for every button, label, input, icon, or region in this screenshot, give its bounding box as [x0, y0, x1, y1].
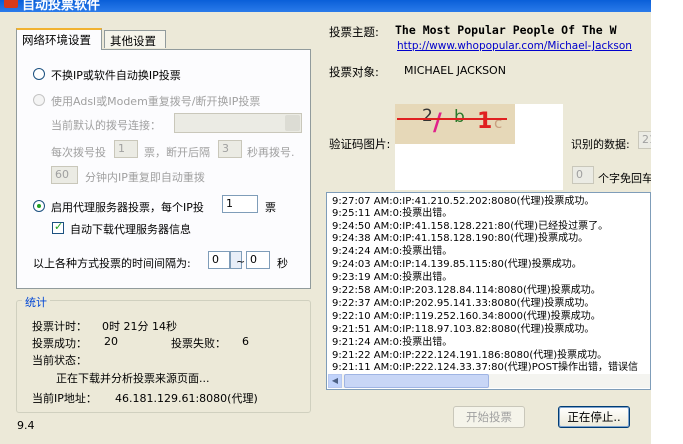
log-line: 9:27:07 AM:0:IP:41.210.52.202:8080(代理)投票…: [332, 196, 595, 207]
dial-connection-select[interactable]: [174, 113, 302, 133]
app-icon: [4, 0, 18, 8]
radio-adsl-redial[interactable]: [33, 94, 45, 106]
log-horizontal-scrollbar[interactable]: ◀: [328, 374, 650, 388]
captcha-strike-line: [397, 118, 507, 120]
label-auto-redial: 分钟内IP重复即自动重拨: [85, 171, 205, 184]
captcha-char: /: [433, 108, 442, 136]
log-line: 9:22:37 AM:0:IP:202.95.141.33:8080(代理)投票…: [332, 298, 595, 309]
tab-other-settings[interactable]: 其他设置: [104, 30, 166, 48]
captcha-char: b: [454, 107, 465, 127]
stop-vote-button[interactable]: 正在停止..: [558, 406, 630, 428]
log-box[interactable]: 9:27:07 AM:0:IP:41.210.52.202:8080(代理)投票…: [326, 192, 651, 390]
label-auto-download-proxy: 自动下载代理服务器信息: [70, 223, 191, 236]
label-recognized: 识别的数据:: [571, 138, 630, 151]
interval-to-input[interactable]: 0: [246, 251, 270, 269]
log-line: 9:24:03 AM:0:IP:14.139.85.115:80(代理)投票成功…: [332, 259, 582, 270]
label-votes-unit: 票: [265, 201, 276, 214]
log-line: 9:22:58 AM:0:IP:203.128.84.114:8080(代理)投…: [332, 285, 601, 296]
checkbox-auto-download-proxy[interactable]: [52, 220, 64, 234]
captcha-char: 2: [422, 106, 433, 126]
vote-topic-value: The Most Popular People Of The W: [395, 23, 617, 37]
radio-proxy[interactable]: [33, 200, 45, 212]
app-window: 自动投票软件 网络环境设置 其他设置 不换IP或软件自动换IP投票 使用Adsl…: [0, 0, 651, 444]
title-bar[interactable]: 自动投票软件: [0, 0, 651, 12]
log-line: 9:21:24 AM:0:投票出错。: [332, 337, 453, 348]
captcha-char: c: [494, 114, 503, 132]
label-no-ip-change: 不换IP或软件自动换IP投票: [51, 69, 181, 82]
label-vote-fail: 投票失败：: [171, 337, 226, 350]
interval-from-input[interactable]: 0: [208, 251, 230, 269]
vote-target-value: MICHAEL JACKSON: [404, 64, 506, 77]
scroll-left-icon[interactable]: ◀: [328, 374, 342, 388]
tab-network-settings[interactable]: 网络环境设置: [16, 28, 102, 50]
log-line: 9:21:11 AM:0:IP:222.124.33.37:80(代理)POST…: [332, 362, 639, 373]
captcha-image: 2 / b 1 c: [395, 104, 515, 144]
log-line: 9:21:22 AM:0:IP:222.124.191.186:8080(代理)…: [332, 350, 608, 361]
label-interval-unit: 秒: [277, 257, 288, 270]
label-default-dial: 当前默认的拨号连接：: [51, 119, 161, 132]
current-status-value: 正在下载并分析投票来源页面...: [56, 372, 210, 385]
version-label: 9.4: [17, 419, 35, 432]
log-line: 9:23:19 AM:0:投票出错。: [332, 272, 453, 283]
start-vote-button[interactable]: 开始投票: [453, 406, 525, 428]
desktop-background: [651, 0, 683, 444]
vote-fail-value: 6: [242, 335, 249, 348]
scroll-thumb[interactable]: [344, 374, 489, 388]
proxy-votes-input[interactable]: 1: [222, 195, 258, 213]
log-line: 9:22:10 AM:0:IP:119.252.160.34:8000(代理)投…: [332, 311, 601, 322]
stats-group-title: 统计: [22, 294, 50, 310]
log-line: 9:24:24 AM:0:投票出错。: [332, 246, 453, 257]
per-dial-votes-input[interactable]: 1: [114, 140, 138, 158]
vote-timer-value: 0时 21分 14秒: [102, 320, 177, 333]
interval-separator: ~: [236, 255, 246, 268]
log-line: 9:24:50 AM:0:IP:41.158.128.221:80(代理)已经投…: [332, 221, 609, 232]
log-line: 9:25:11 AM:0:投票出错。: [332, 208, 453, 219]
label-current-ip: 当前IP地址：: [32, 392, 97, 405]
label-interval: 以上各种方式投票的时间间隔为:: [33, 257, 191, 270]
log-line: 9:21:51 AM:0:IP:118.97.103.82:8080(代理)投票…: [332, 324, 595, 335]
auto-redial-minutes-input[interactable]: 60: [51, 166, 78, 184]
label-vote-topic: 投票主题:: [329, 25, 379, 39]
recognized-input[interactable]: 21: [638, 131, 651, 149]
captcha-box: 2 / b 1 c: [395, 104, 563, 190]
label-vote-target: 投票对象:: [329, 65, 379, 79]
label-current-status: 当前状态：: [32, 354, 87, 367]
label-vote-timer: 投票计时：: [32, 320, 87, 333]
vote-url-link[interactable]: http://www.whopopular.com/Michael-Jackso…: [397, 40, 632, 52]
redial-seconds-input[interactable]: 3: [218, 140, 242, 158]
radio-no-ip-change[interactable]: [33, 68, 45, 80]
label-vote-success: 投票成功：: [32, 337, 87, 350]
label-skip: 个字免回车: [598, 172, 651, 185]
label-votes-disconnect: 票，断开后隔: [144, 146, 210, 159]
current-ip-value: 46.181.129.61:8080(代理): [115, 392, 258, 405]
label-per-dial: 每次拨号投: [51, 146, 106, 159]
label-seconds-redial: 秒再拨号.: [247, 146, 295, 159]
chevron-down-icon[interactable]: [285, 115, 300, 131]
vote-success-value: 20: [104, 335, 118, 348]
captcha-char: 1: [477, 109, 493, 134]
label-captcha: 验证码图片:: [329, 137, 391, 151]
skip-count-input[interactable]: 0: [572, 166, 594, 184]
window-title: 自动投票软件: [22, 0, 101, 12]
label-adsl-redial: 使用Adsl或Modem重复拨号/断开换IP投票: [51, 95, 261, 108]
log-line: 9:24:38 AM:0:IP:41.158.128.190:80(代理)投票成…: [332, 233, 589, 244]
label-proxy: 启用代理服务器投票，每个IP投: [51, 201, 204, 214]
